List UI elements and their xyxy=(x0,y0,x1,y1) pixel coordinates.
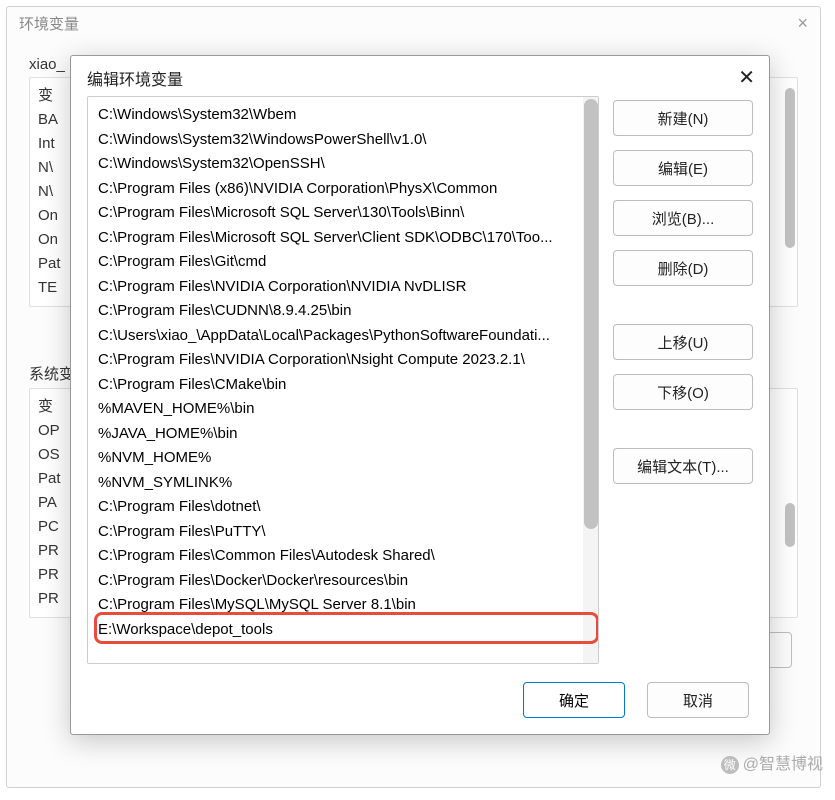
path-entry[interactable]: C:\Program Files\Common Files\Autodesk S… xyxy=(98,544,573,569)
side-buttons: 新建(N) 编辑(E) 浏览(B)... 删除(D) 上移(U) 下移(O) 编… xyxy=(613,96,753,664)
parent-titlebar: 环境变量 × xyxy=(7,7,820,40)
path-entry[interactable]: %NVM_SYMLINK% xyxy=(98,471,573,496)
modal-title: 编辑环境变量 xyxy=(87,66,183,90)
modal-titlebar: 编辑环境变量 ✕ xyxy=(71,56,769,96)
close-icon[interactable]: ✕ xyxy=(738,68,755,88)
edit-environment-variable-dialog: 编辑环境变量 ✕ C:\Windows\System32\WbemC:\Wind… xyxy=(70,55,770,735)
path-entry[interactable]: C:\Windows\System32\WindowsPowerShell\v1… xyxy=(98,128,573,153)
close-icon[interactable]: × xyxy=(797,13,808,34)
path-entry[interactable]: C:\Program Files\Microsoft SQL Server\13… xyxy=(98,201,573,226)
path-entry[interactable]: C:\Program Files (x86)\NVIDIA Corporatio… xyxy=(98,177,573,202)
new-button[interactable]: 新建(N) xyxy=(613,100,753,136)
path-entry[interactable]: C:\Program Files\CMake\bin xyxy=(98,373,573,398)
path-entry[interactable]: %NVM_HOME% xyxy=(98,446,573,471)
scroll-thumb[interactable] xyxy=(785,503,795,547)
ok-button[interactable]: 确定 xyxy=(523,682,625,718)
watermark: 微@智慧博视 xyxy=(721,750,823,774)
scroll-thumb[interactable] xyxy=(584,99,598,529)
cancel-button[interactable]: 取消 xyxy=(647,682,749,718)
move-down-button[interactable]: 下移(O) xyxy=(613,374,753,410)
path-entry[interactable]: C:\Windows\System32\Wbem xyxy=(98,103,573,128)
path-entry[interactable]: C:\Program Files\MySQL\MySQL Server 8.1\… xyxy=(98,593,573,618)
path-entry[interactable]: E:\Workspace\depot_tools xyxy=(98,618,573,643)
path-entry[interactable]: %JAVA_HOME%\bin xyxy=(98,422,573,447)
path-entry[interactable]: C:\Users\xiao_\AppData\Local\Packages\Py… xyxy=(98,324,573,349)
path-entry[interactable]: C:\Program Files\Docker\Docker\resources… xyxy=(98,569,573,594)
scrollbar[interactable] xyxy=(785,391,795,615)
path-entry[interactable]: C:\Program Files\PuTTY\ xyxy=(98,520,573,545)
path-entry[interactable]: C:\Program Files\CUDNN\8.9.4.25\bin xyxy=(98,299,573,324)
path-entry[interactable]: C:\Program Files\Git\cmd xyxy=(98,250,573,275)
path-entry[interactable]: %MAVEN_HOME%\bin xyxy=(98,397,573,422)
path-entry[interactable]: C:\Program Files\Microsoft SQL Server\Cl… xyxy=(98,226,573,251)
logo-icon: 微 xyxy=(721,756,739,774)
scrollbar[interactable] xyxy=(785,80,795,304)
path-entry[interactable]: C:\Program Files\NVIDIA Corporation\Nsig… xyxy=(98,348,573,373)
parent-title: 环境变量 xyxy=(19,13,79,34)
path-entries-list[interactable]: C:\Windows\System32\WbemC:\Windows\Syste… xyxy=(87,96,599,664)
move-up-button[interactable]: 上移(U) xyxy=(613,324,753,360)
path-entry[interactable]: C:\Windows\System32\OpenSSH\ xyxy=(98,152,573,177)
scroll-thumb[interactable] xyxy=(785,88,795,248)
scrollbar[interactable] xyxy=(583,97,598,663)
edit-button[interactable]: 编辑(E) xyxy=(613,150,753,186)
path-entry[interactable]: C:\Program Files\dotnet\ xyxy=(98,495,573,520)
path-entry[interactable]: C:\Program Files\NVIDIA Corporation\NVID… xyxy=(98,275,573,300)
delete-button[interactable]: 删除(D) xyxy=(613,250,753,286)
edit-text-button[interactable]: 编辑文本(T)... xyxy=(613,448,753,484)
browse-button[interactable]: 浏览(B)... xyxy=(613,200,753,236)
